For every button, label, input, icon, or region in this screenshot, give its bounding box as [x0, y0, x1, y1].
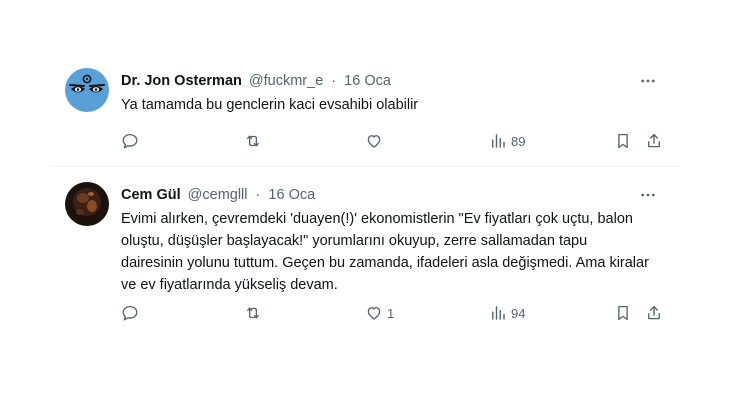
separator-dot: ·	[255, 187, 261, 203]
avatar[interactable]	[65, 182, 109, 226]
tweet-actions: 89	[121, 130, 671, 152]
bookmark-button[interactable]	[614, 130, 632, 152]
author-handle[interactable]: @fuckmr_e	[249, 73, 323, 89]
analytics-bars-icon	[492, 306, 505, 320]
more-dots-icon	[641, 193, 655, 197]
tweet-divider	[50, 166, 680, 167]
reply-icon	[122, 133, 138, 149]
reply-icon	[122, 305, 138, 321]
tweet-date[interactable]: 16 Oca	[268, 187, 315, 203]
bookmark-button[interactable]	[614, 302, 632, 324]
share-button[interactable]	[645, 302, 663, 324]
reply-button[interactable]	[121, 130, 143, 152]
tweet[interactable]: Dr. Jon Osterman @fuckmr_e · 16 Oca Ya t…	[50, 58, 680, 163]
like-button[interactable]	[365, 130, 387, 152]
share-icon	[648, 305, 660, 320]
author-name[interactable]: Dr. Jon Osterman	[121, 73, 242, 89]
retweet-icon	[247, 307, 259, 319]
separator-dot: ·	[331, 73, 337, 89]
tweet[interactable]: Cem Gül @cemglll · 16 Oca Evimi alırken,…	[50, 172, 680, 334]
more-dots-icon	[641, 79, 655, 83]
bookmark-icon	[618, 305, 628, 321]
tweet-actions: 1 94	[121, 302, 671, 324]
tweet-header: Dr. Jon Osterman @fuckmr_e · 16 Oca	[121, 72, 391, 90]
dark-photo-avatar-icon	[65, 182, 109, 226]
share-icon	[648, 133, 660, 148]
analytics-bars-icon	[492, 134, 505, 148]
views-button[interactable]: 94	[489, 302, 525, 324]
tweet-text: Ya tamamda bu genclerin kaci evsahibi ol…	[121, 97, 419, 113]
tweet-date[interactable]: 16 Oca	[344, 73, 391, 89]
like-button[interactable]: 1	[365, 302, 394, 324]
retweet-button[interactable]	[244, 130, 266, 152]
like-count: 1	[387, 305, 395, 321]
tweet-text: Evimi alırken, çevremdeki 'duayen(!)' ek…	[121, 211, 649, 293]
views-button[interactable]: 89	[489, 130, 525, 152]
more-options-button[interactable]	[638, 72, 658, 90]
retweet-icon	[247, 135, 259, 147]
tweet-header: Cem Gül @cemglll · 16 Oca	[121, 186, 315, 204]
bookmark-icon	[618, 133, 628, 149]
views-count: 89	[511, 133, 526, 149]
heart-icon	[367, 135, 381, 148]
author-name[interactable]: Cem Gül	[121, 187, 181, 203]
reply-button[interactable]	[121, 302, 143, 324]
manhattan-symbol-eyes-avatar-icon	[65, 68, 109, 112]
author-handle[interactable]: @cemglll	[188, 187, 248, 203]
share-button[interactable]	[645, 130, 663, 152]
more-options-button[interactable]	[638, 186, 658, 204]
views-count: 94	[511, 305, 526, 321]
avatar[interactable]	[65, 68, 109, 112]
heart-icon	[367, 307, 381, 320]
retweet-button[interactable]	[244, 302, 266, 324]
